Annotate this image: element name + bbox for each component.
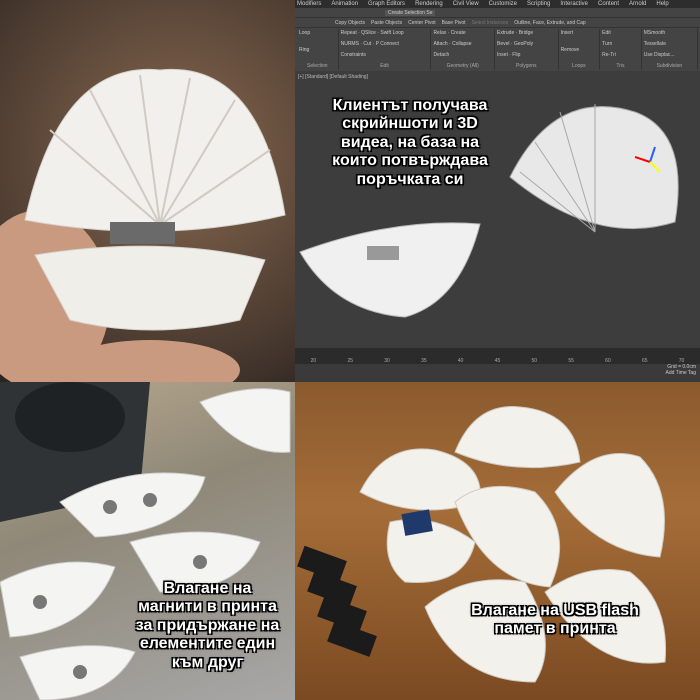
- geopoly-button[interactable]: GeoPoly: [514, 41, 533, 47]
- caption-line: елементите един: [139, 635, 276, 653]
- menu-rendering[interactable]: Rendering: [415, 0, 443, 8]
- caption-magnets: Влагане на магнити в принта за придържан…: [120, 580, 295, 672]
- viewport-label[interactable]: [+] [Standard] [Default Shading]: [298, 74, 368, 80]
- bevel-button[interactable]: Bevel: [497, 41, 510, 47]
- caption-line: памет в принта: [494, 620, 616, 638]
- loop-button[interactable]: Loop: [299, 30, 336, 36]
- constraints-label: Constraints: [340, 52, 366, 58]
- ribbon-group-loops: Insert Remove Loops: [559, 29, 601, 70]
- ring-button[interactable]: Ring: [299, 47, 336, 53]
- selection-set-dropdown[interactable]: Create Selection Se: [385, 10, 436, 16]
- caption-line: които потвърждава: [332, 152, 488, 170]
- photo-prints-with-magnets: Влагане на магнити в принта за придържан…: [0, 382, 295, 700]
- caption-client-preview: Клиентът получава скрийншоти и 3D видеа,…: [305, 97, 515, 189]
- group-title: Geometry (All): [446, 63, 479, 69]
- 3ds-max-screenshot: Modifiers Animation Graph Editors Render…: [295, 0, 700, 382]
- caption-line: Влагане на USB flash: [471, 602, 639, 619]
- center-pivot-button[interactable]: Center Pivot: [408, 20, 436, 26]
- swift-loop-button[interactable]: Swift Loop: [380, 30, 403, 36]
- re-tri-button[interactable]: Re-Tri: [602, 52, 639, 58]
- viewport[interactable]: [+] [Standard] [Default Shading] Клиентъ…: [295, 72, 700, 347]
- use-displace-button[interactable]: Use Displac...: [644, 52, 695, 58]
- status-bar: Grid = 0.0cm Add Time Tag: [295, 364, 700, 382]
- cut-button[interactable]: Cut: [363, 41, 371, 47]
- menu-help[interactable]: Help: [656, 0, 668, 8]
- menu-scripting[interactable]: Scripting: [527, 0, 550, 8]
- caption-line: за придържане на: [135, 616, 280, 634]
- ribbon-group-edit: Repeat · QSlice · Swift Loop NURMS · Cut …: [339, 29, 432, 70]
- caption-line: към друг: [171, 653, 244, 671]
- relax-button[interactable]: Relax: [433, 30, 446, 36]
- detach-button[interactable]: Detach: [433, 52, 492, 58]
- add-time-tag-button[interactable]: Add Time Tag: [295, 370, 696, 376]
- insert-button[interactable]: Insert: [561, 30, 598, 36]
- menu-interactive[interactable]: Interactive: [560, 0, 588, 8]
- group-title: Tris: [616, 63, 625, 69]
- extrude-button[interactable]: Extrude: [497, 30, 514, 36]
- group-title: Polygons: [515, 63, 537, 69]
- shells-illustration: [297, 406, 667, 683]
- menu-content[interactable]: Content: [598, 0, 619, 8]
- group-title: Loops: [572, 63, 586, 69]
- group-title: Edit: [380, 63, 389, 69]
- ribbon: Loop Ring Selection Repeat · QSlice · Swif…: [295, 28, 700, 71]
- edit-tris-button[interactable]: Edit: [602, 30, 639, 36]
- shell-illustration: [0, 68, 286, 382]
- secondary-toolbar: Copy Objects Paste Objects Center Pivot …: [295, 18, 700, 28]
- ribbon-group-selection: Loop Ring Selection: [297, 29, 339, 70]
- flip-button[interactable]: Flip: [512, 52, 520, 58]
- group-title: Selection: [307, 63, 328, 69]
- repeat-button[interactable]: Repeat: [341, 30, 357, 36]
- timeline[interactable]: 20 25 30 35 40 45 50 55 60 65 70: [295, 348, 700, 364]
- collapse-button[interactable]: Collapse: [452, 41, 471, 47]
- turn-button[interactable]: Turn: [602, 41, 639, 47]
- main-toolbar: Create Selection Se: [295, 8, 700, 18]
- group-title: Subdivision: [656, 63, 683, 69]
- paste-objects-button[interactable]: Paste Objects: [371, 20, 402, 26]
- menu-graph-editors[interactable]: Graph Editors: [368, 0, 405, 8]
- caption-line: скрийншоти и 3D: [342, 115, 478, 133]
- nurms-button[interactable]: NURMS: [341, 41, 359, 47]
- select-instances-button[interactable]: Select Instances: [472, 20, 509, 26]
- caption-line: магнити в принта: [138, 598, 277, 616]
- create-button[interactable]: Create: [451, 30, 466, 36]
- base-pivot-button[interactable]: Base Pivot: [442, 20, 466, 26]
- outline-button[interactable]: Outline, Face, Extrude, and Cap: [514, 20, 585, 26]
- caption-line: видеа, на база на: [340, 133, 480, 151]
- ribbon-group-geometry: Relax · Create Attach · Collapse Detach Geo…: [431, 29, 495, 70]
- menu-modifiers[interactable]: Modifiers: [297, 0, 321, 8]
- caption-line: Влагане на: [163, 580, 252, 597]
- ribbon-group-polygons: Extrude · Bridge Bevel · GeoPoly Inset · F…: [495, 29, 559, 70]
- remove-button[interactable]: Remove: [561, 47, 598, 53]
- bridge-button[interactable]: Bridge: [519, 30, 533, 36]
- ribbon-group-subdivision: MSmooth Tessellate Use Displac... Subdivisi…: [642, 29, 698, 70]
- ribbon-group-tris: Edit Turn Re-Tri Tris: [600, 29, 642, 70]
- menu-bar: Modifiers Animation Graph Editors Render…: [295, 0, 700, 8]
- tessellate-button[interactable]: Tessellate: [644, 41, 695, 47]
- photo-shell-with-usb-in-hand: [0, 0, 295, 382]
- caption-line: поръчката си: [356, 170, 464, 188]
- caption-usb: Влагане на USB flash памет в принта: [445, 602, 665, 639]
- attach-button[interactable]: Attach: [433, 41, 447, 47]
- menu-animation[interactable]: Animation: [331, 0, 358, 8]
- msmooth-button[interactable]: MSmooth: [644, 30, 695, 36]
- menu-civil-view[interactable]: Civil View: [453, 0, 479, 8]
- menu-arnold[interactable]: Arnold: [629, 0, 646, 8]
- menu-customize[interactable]: Customize: [489, 0, 517, 8]
- qslice-button[interactable]: QSlice: [361, 30, 376, 36]
- photo-shells-with-usb: Влагане на USB flash памет в принта: [295, 382, 700, 700]
- caption-line: Клиентът получава: [332, 97, 488, 114]
- p-connect-button[interactable]: P Connect: [376, 41, 399, 47]
- inset-button[interactable]: Inset: [497, 52, 508, 58]
- copy-objects-button[interactable]: Copy Objects: [335, 20, 365, 26]
